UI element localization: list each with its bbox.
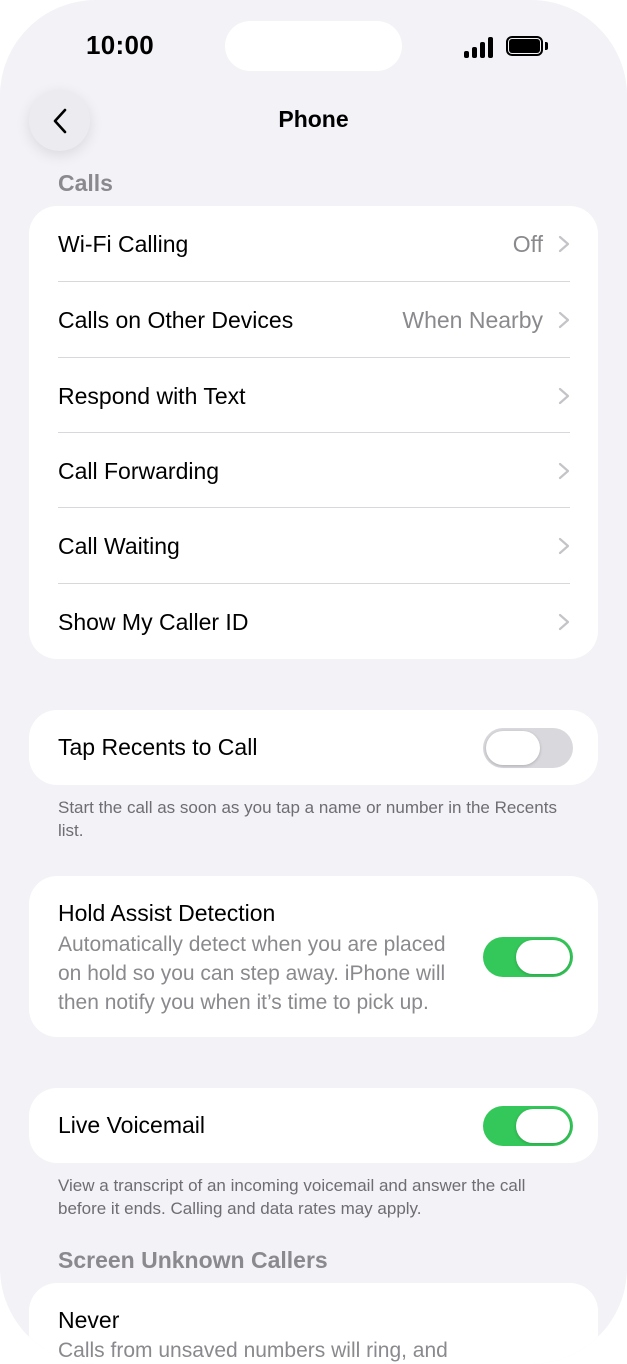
tap-recents-footer: Start the call as soon as you tap a name… — [58, 798, 557, 840]
hold-assist-group: Hold Assist Detection Automatically dete… — [29, 876, 598, 1037]
chevron-right-icon — [558, 537, 570, 555]
tap-recents-toggle[interactable] — [483, 728, 573, 768]
row-label: Wi-Fi Calling — [58, 231, 189, 257]
cellular-signal-icon — [464, 36, 496, 58]
row-label: Tap Recents to Call — [58, 734, 258, 760]
battery-icon — [506, 36, 550, 56]
row-label: Call Waiting — [58, 533, 180, 559]
row-value: Off — [512, 231, 543, 257]
row-label: Respond with Text — [58, 383, 246, 409]
dynamic-island — [225, 21, 402, 71]
hold-assist-toggle[interactable] — [483, 937, 573, 977]
chevron-right-icon — [558, 235, 570, 253]
tap-recents-row: Tap Recents to Call — [29, 710, 598, 785]
live-voicemail-footer: View a transcript of an incoming voicema… — [58, 1176, 526, 1218]
tap-recents-group: Tap Recents to Call — [29, 710, 598, 785]
row-label: Live Voicemail — [58, 1112, 206, 1138]
chevron-right-icon — [558, 311, 570, 329]
live-voicemail-row: Live Voicemail — [29, 1088, 598, 1163]
toggle-knob — [486, 731, 540, 765]
screen-unknown-group: Never Calls from unsaved numbers will ri… — [29, 1283, 598, 1364]
hold-assist-description-line: on hold so you can step away. iPhone wil… — [58, 962, 446, 985]
toggle-knob — [516, 1109, 570, 1143]
chevron-right-icon — [558, 462, 570, 480]
show-my-caller-id-row[interactable]: Show My Caller ID — [29, 584, 598, 660]
live-voicemail-toggle[interactable] — [483, 1106, 573, 1146]
row-label: Call Forwarding — [58, 458, 220, 484]
settings-screen: 10:00 Phone Calls Wi-Fi Calling Off Call… — [0, 0, 627, 1364]
screen-unknown-option-never[interactable]: Never Calls from unsaved numbers will ri… — [29, 1283, 598, 1364]
hold-assist-description-line: then notify you when it’s time to pick u… — [58, 991, 429, 1014]
status-time: 10:00 — [86, 30, 154, 60]
hold-assist-label: Hold Assist Detection — [58, 900, 276, 926]
chevron-right-icon — [558, 387, 570, 405]
hold-assist-description-line: Automatically detect when you are placed — [58, 933, 446, 956]
page-title: Phone — [278, 106, 349, 132]
call-forwarding-row[interactable]: Call Forwarding — [29, 433, 598, 509]
option-label: Never — [58, 1307, 120, 1333]
section-header-screen-unknown-callers: Screen Unknown Callers — [58, 1247, 328, 1273]
toggle-knob — [516, 940, 570, 974]
option-description: Calls from unsaved numbers will ring, an… — [58, 1339, 448, 1362]
call-waiting-row[interactable]: Call Waiting — [29, 508, 598, 584]
row-label: Calls on Other Devices — [58, 307, 294, 333]
row-label: Show My Caller ID — [58, 609, 249, 635]
calls-group: Wi-Fi Calling Off Calls on Other Devices… — [29, 206, 598, 659]
calls-on-other-devices-row[interactable]: Calls on Other Devices When Nearby — [29, 282, 598, 358]
section-header-calls: Calls — [58, 170, 113, 196]
live-voicemail-group: Live Voicemail — [29, 1088, 598, 1163]
respond-with-text-row[interactable]: Respond with Text — [29, 358, 598, 434]
wifi-calling-row[interactable]: Wi-Fi Calling Off — [29, 206, 598, 282]
chevron-right-icon — [558, 613, 570, 631]
row-value: When Nearby — [402, 307, 543, 333]
